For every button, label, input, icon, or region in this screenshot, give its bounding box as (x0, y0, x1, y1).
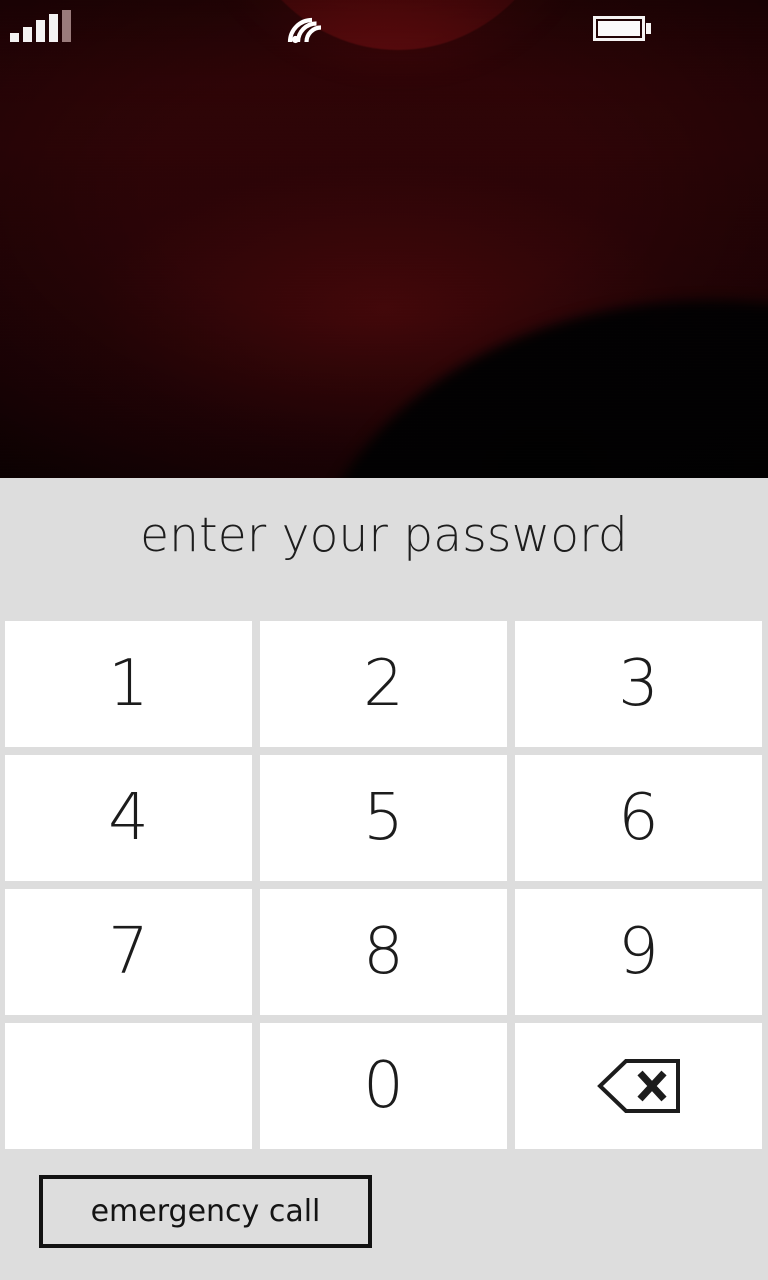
signal-bar-1 (10, 33, 19, 42)
key-3[interactable]: 3 (515, 621, 762, 747)
wallpaper-image (0, 0, 768, 478)
key-2-label: 2 (363, 647, 404, 721)
key-backspace[interactable] (515, 1023, 762, 1149)
key-6[interactable]: 6 (515, 755, 762, 881)
key-4[interactable]: 4 (5, 755, 252, 881)
key-5-label: 5 (363, 781, 404, 855)
key-blank (5, 1023, 252, 1149)
wifi-icon (280, 10, 324, 46)
password-entry-panel: enter your password 1 2 3 4 5 6 7 8 9 0 … (0, 478, 768, 1280)
key-2[interactable]: 2 (260, 621, 507, 747)
key-9[interactable]: 9 (515, 889, 762, 1015)
battery-body (593, 16, 645, 41)
emergency-call-button[interactable]: emergency call (39, 1175, 372, 1248)
password-prompt-label: enter your password (140, 508, 628, 563)
lock-screen: enter your password 1 2 3 4 5 6 7 8 9 0 … (0, 0, 768, 1280)
key-4-label: 4 (108, 781, 149, 855)
status-bar (0, 0, 768, 54)
key-1-label: 1 (108, 647, 149, 721)
key-7[interactable]: 7 (5, 889, 252, 1015)
key-8-label: 8 (363, 915, 404, 989)
signal-bar-2 (23, 27, 32, 42)
signal-bar-4 (49, 14, 58, 42)
key-1[interactable]: 1 (5, 621, 252, 747)
signal-bar-5 (62, 10, 71, 42)
emergency-call-label: emergency call (90, 1194, 321, 1229)
key-8[interactable]: 8 (260, 889, 507, 1015)
wallpaper-noise (0, 0, 768, 478)
key-7-label: 7 (108, 915, 149, 989)
key-3-label: 3 (618, 647, 659, 721)
key-5[interactable]: 5 (260, 755, 507, 881)
key-9-label: 9 (618, 915, 659, 989)
battery-full-icon (593, 16, 651, 41)
numeric-keypad: 1 2 3 4 5 6 7 8 9 0 (5, 621, 762, 1149)
signal-bars-icon (10, 10, 71, 42)
backspace-icon (596, 1057, 682, 1115)
battery-fill (598, 21, 640, 36)
key-6-label: 6 (618, 781, 659, 855)
key-0-label: 0 (363, 1049, 404, 1123)
battery-cap (646, 23, 651, 34)
key-0[interactable]: 0 (260, 1023, 507, 1149)
signal-bar-3 (36, 20, 45, 42)
